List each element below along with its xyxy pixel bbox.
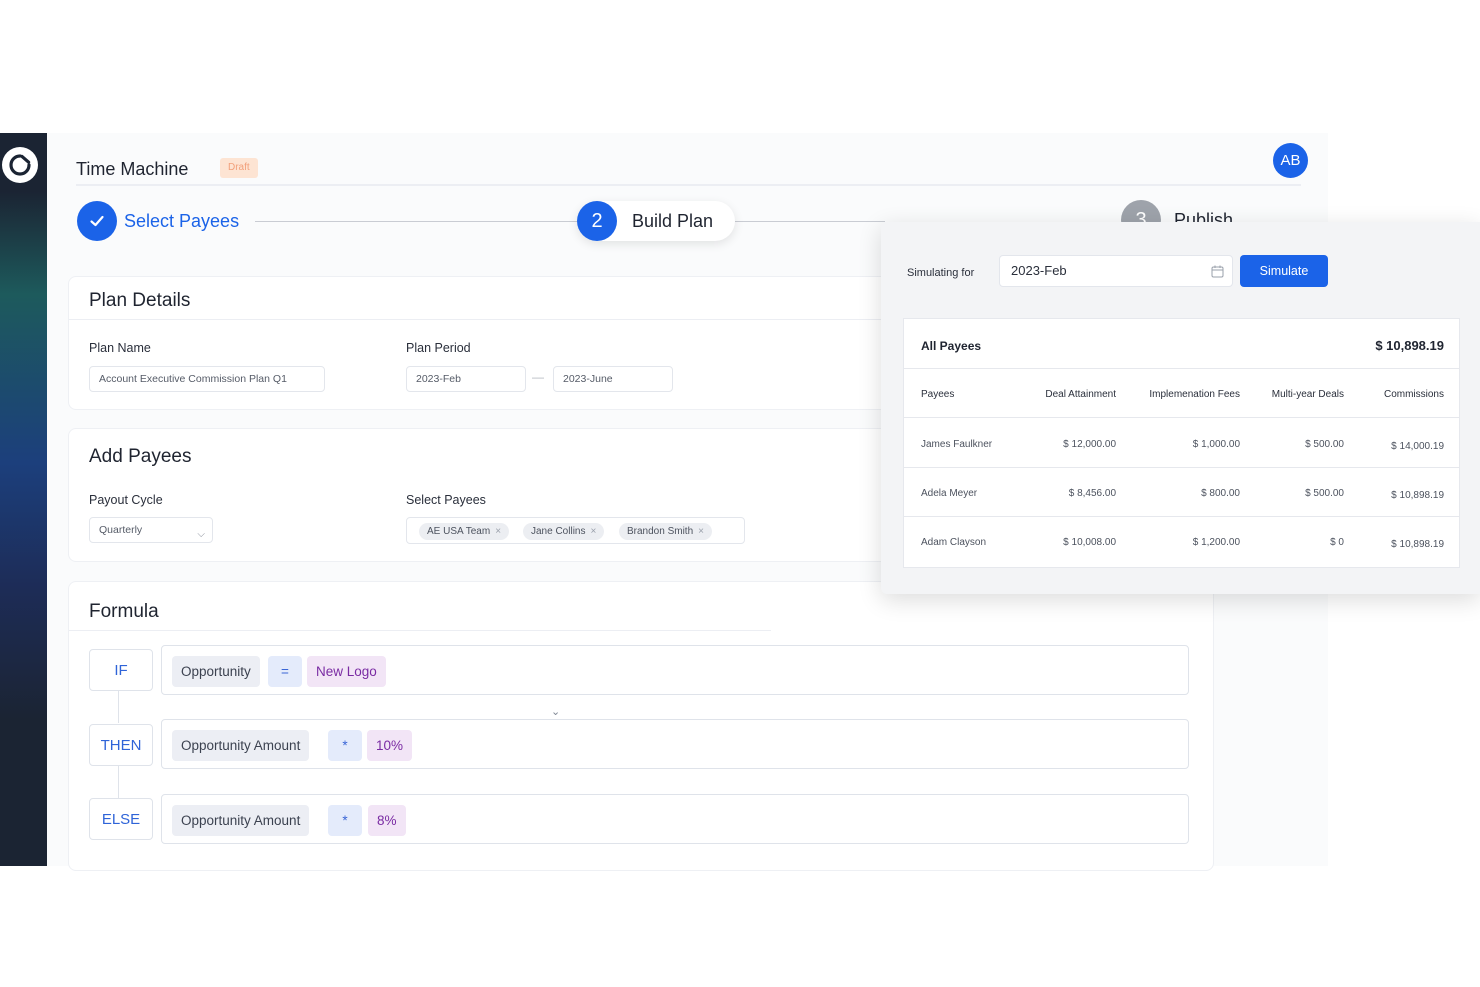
then-field-chip[interactable]: Opportunity Amount	[172, 730, 310, 761]
step-build-plan[interactable]: 2 Build Plan	[577, 201, 735, 241]
app-logo-icon[interactable]	[2, 147, 38, 183]
implementation-fees: $ 800.00	[1201, 488, 1240, 499]
step-1-check-icon[interactable]	[77, 201, 117, 241]
column-header: Commissions	[1383, 389, 1444, 400]
tag-label: AE USA Team	[427, 526, 491, 537]
deal-attainment: $ 12,000.00	[1063, 439, 1116, 450]
else-value-chip[interactable]: 8%	[368, 805, 406, 836]
tag-label: Brandon Smith	[627, 526, 694, 537]
step-number: 2	[577, 201, 617, 241]
stepper-connector	[735, 221, 885, 222]
plan-period-label: Plan Period	[406, 341, 471, 355]
simulation-date-input[interactable]: 2023-Feb	[999, 255, 1233, 287]
payout-cycle-select[interactable]: Quarterly ⌵	[89, 517, 213, 543]
deal-attainment: $ 10,008.00	[1063, 537, 1116, 548]
formula-connector	[118, 766, 119, 798]
operator-chip[interactable]: =	[268, 656, 302, 687]
table-row[interactable]: Adam Clayson $ 10,008.00 $ 1,200.00 $ 0 …	[904, 517, 1459, 566]
add-payees-title: Add Payees	[89, 446, 192, 467]
close-icon[interactable]: ×	[495, 526, 501, 537]
payout-cycle-label: Payout Cycle	[89, 493, 163, 507]
table-row[interactable]: James Faulkner $ 12,000.00 $ 1,000.00 $ …	[904, 419, 1459, 468]
if-keyword[interactable]: IF	[89, 649, 153, 691]
implementation-fees: $ 1,000.00	[1192, 439, 1240, 450]
column-header: Payees	[921, 389, 955, 400]
chevron-down-icon[interactable]: ⌄	[551, 705, 560, 718]
payee-name: Adam Clayson	[921, 537, 987, 548]
divider	[69, 630, 771, 631]
commission: $ 10,898.19	[1391, 490, 1444, 501]
else-keyword[interactable]: ELSE	[89, 798, 153, 840]
simulation-date-value: 2023-Feb	[1011, 263, 1067, 278]
then-value-chip[interactable]: 10%	[367, 730, 413, 761]
select-payees-label: Select Payees	[406, 493, 486, 507]
status-badge: Draft	[220, 158, 258, 178]
plan-details-title: Plan Details	[89, 290, 191, 311]
total-commission: $ 10,898.19	[1375, 338, 1444, 353]
payee-tag[interactable]: Jane Collins ×	[523, 523, 605, 540]
select-payees-input[interactable]: AE USA Team × Jane Collins × Brandon Smith…	[406, 517, 745, 544]
page-title: Time Machine	[76, 159, 189, 179]
stepper-connector	[255, 221, 577, 222]
condition-field-chip[interactable]: Opportunity	[172, 656, 260, 687]
operator-chip[interactable]: *	[328, 730, 362, 761]
calendar-icon	[1211, 265, 1224, 278]
formula-else-row[interactable]: Opportunity Amount * 8%	[161, 794, 1189, 844]
formula-title: Formula	[89, 601, 159, 622]
multi-year-deals: $ 500.00	[1305, 488, 1344, 499]
payee-name: James Faulkner	[921, 439, 993, 450]
payee-tag[interactable]: AE USA Team ×	[419, 523, 510, 540]
top-bar: Time Machine Draft	[76, 143, 1301, 186]
formula-then-row[interactable]: Opportunity Amount * 10%	[161, 719, 1189, 769]
plan-name-label: Plan Name	[89, 341, 151, 355]
simulating-for-label: Simulating for	[907, 267, 975, 279]
chevron-down-icon: ⌵	[197, 529, 205, 540]
table-row[interactable]: Adela Meyer $ 8,456.00 $ 800.00 $ 500.00…	[904, 468, 1459, 517]
else-field-chip[interactable]: Opportunity Amount	[172, 805, 310, 836]
payee-tag[interactable]: Brandon Smith ×	[619, 523, 712, 540]
multi-year-deals: $ 0	[1330, 537, 1344, 548]
operator-chip[interactable]: *	[328, 805, 362, 836]
step-select-payees[interactable]: Select Payees	[124, 211, 239, 232]
simulate-button[interactable]: Simulate	[1240, 255, 1328, 287]
formula-if-row[interactable]: Opportunity = New Logo	[161, 645, 1189, 695]
plan-name-input[interactable]: Account Executive Commission Plan Q1	[89, 366, 325, 392]
close-icon[interactable]: ×	[590, 526, 596, 537]
step-label: Build Plan	[632, 211, 714, 231]
column-header: Implemenation Fees	[1149, 389, 1240, 400]
simulation-panel: Simulating for 2023-Feb Simulate All Pay…	[881, 222, 1480, 594]
table-column-headers: Payees Deal Attainment Implemenation Fee…	[904, 369, 1459, 418]
period-separator: —	[532, 370, 544, 384]
commission: $ 10,898.19	[1391, 539, 1444, 550]
implementation-fees: $ 1,200.00	[1192, 537, 1240, 548]
condition-value-chip[interactable]: New Logo	[307, 656, 386, 687]
payees-table: All Payees $ 10,898.19 Payees Deal Attai…	[903, 318, 1460, 568]
column-header: Multi-year Deals	[1271, 389, 1344, 400]
commission: $ 14,000.19	[1391, 441, 1444, 452]
multi-year-deals: $ 500.00	[1305, 439, 1344, 450]
deal-attainment: $ 8,456.00	[1068, 488, 1116, 499]
then-keyword[interactable]: THEN	[89, 724, 153, 766]
column-header: Deal Attainment	[1045, 389, 1116, 400]
payout-cycle-value: Quarterly	[99, 524, 143, 536]
avatar[interactable]: AB	[1273, 143, 1308, 178]
period-start-input[interactable]: 2023-Feb	[406, 366, 526, 392]
table-title: All Payees	[921, 339, 982, 353]
sidebar	[0, 133, 47, 866]
tag-label: Jane Collins	[531, 526, 586, 537]
close-icon[interactable]: ×	[698, 526, 704, 537]
payee-name: Adela Meyer	[921, 488, 978, 499]
formula-connector	[118, 691, 119, 723]
period-end-input[interactable]: 2023-June	[553, 366, 673, 392]
table-header: All Payees $ 10,898.19	[904, 319, 1459, 369]
